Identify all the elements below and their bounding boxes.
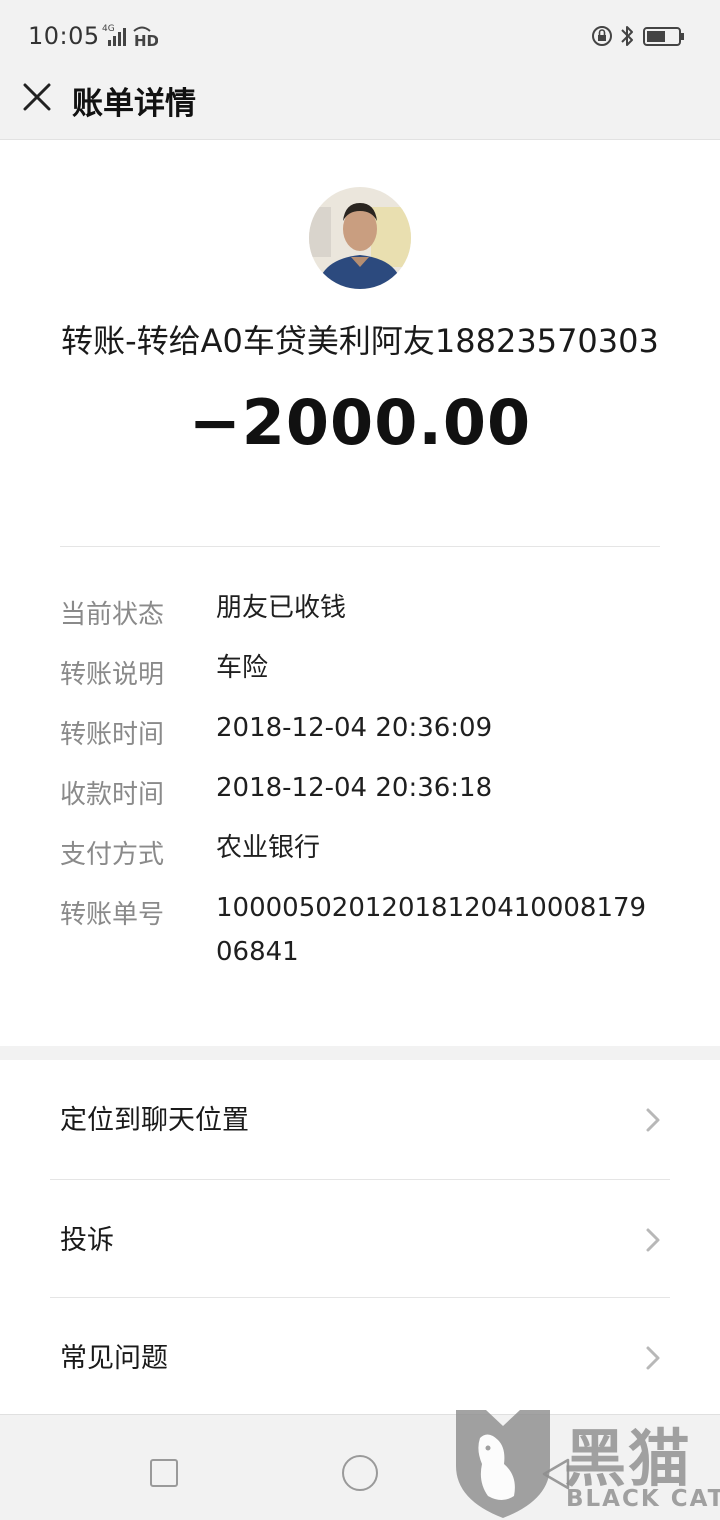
- complaint-button[interactable]: 投诉: [0, 1180, 720, 1298]
- avatar: [309, 187, 411, 289]
- detail-row-receive-time: 收款时间 2018-12-04 20:36:18: [60, 770, 660, 830]
- detail-value: 2018-12-04 20:36:18: [216, 773, 493, 803]
- detail-value: 车险: [216, 653, 269, 683]
- section-gap: [0, 1046, 720, 1060]
- detail-value: 2018-12-04 20:36:09: [216, 713, 493, 743]
- status-time: 10:05: [28, 22, 100, 50]
- black-cat-logo-icon: [456, 1410, 550, 1518]
- detail-row-status: 当前状态 朋友已收钱: [60, 590, 660, 650]
- chevron-right-icon: [646, 1228, 660, 1252]
- watermark-text-en: BLACK CAT: [566, 1486, 720, 1512]
- status-bar: 10:05 4G HD: [0, 0, 720, 60]
- faq-button[interactable]: 常见问题: [0, 1298, 720, 1416]
- status-right-icons: [592, 26, 684, 46]
- menu-label: 投诉: [60, 1225, 114, 1256]
- detail-label: 转账说明: [60, 660, 165, 690]
- divider: [60, 546, 660, 547]
- recents-square-icon[interactable]: [150, 1459, 178, 1487]
- chevron-right-icon: [646, 1108, 660, 1132]
- bluetooth-icon: [621, 26, 633, 46]
- detail-value: 朋友已收钱: [216, 593, 347, 623]
- close-icon: [23, 83, 51, 111]
- nav-bar: 账单详情: [0, 60, 720, 140]
- page-title: 账单详情: [72, 86, 196, 122]
- black-cat-watermark: 黑猫 BLACK CAT: [448, 1404, 720, 1520]
- detail-label: 转账单号: [60, 900, 165, 930]
- watermark-text-cn: 黑猫: [564, 1422, 693, 1495]
- avatar-image: [309, 187, 411, 289]
- chevron-right-icon: [646, 1346, 660, 1370]
- hd-label: HD: [134, 32, 158, 50]
- home-circle-icon[interactable]: [342, 1455, 378, 1491]
- network-label: 4G: [102, 24, 115, 34]
- detail-row-transfer-id: 转账单号 1000050201201812041000817906841: [60, 890, 660, 980]
- detail-row-note: 转账说明 车险: [60, 650, 660, 710]
- menu-label: 常见问题: [60, 1343, 168, 1374]
- payee-name: 转账-转给A0车贷美利阿友18823570303: [61, 322, 659, 360]
- detail-label: 转账时间: [60, 720, 165, 750]
- detail-label: 收款时间: [60, 780, 165, 810]
- detail-row-payment-method: 支付方式 农业银行: [60, 830, 660, 890]
- close-button[interactable]: [14, 74, 60, 120]
- locate-in-chat-button[interactable]: 定位到聊天位置: [0, 1060, 720, 1178]
- battery-icon: [643, 27, 684, 46]
- detail-label: 支付方式: [60, 840, 165, 870]
- transaction-details: 当前状态 朋友已收钱 转账说明 车险 转账时间 2018-12-04 20:36…: [60, 590, 660, 980]
- detail-row-transfer-time: 转账时间 2018-12-04 20:36:09: [60, 710, 660, 770]
- signal-icon: 4G HD: [102, 24, 158, 50]
- detail-value[interactable]: 1000050201201812041000817906841: [216, 886, 660, 974]
- menu-label: 定位到聊天位置: [60, 1105, 249, 1136]
- rotation-lock-icon: [592, 26, 612, 46]
- detail-label: 当前状态: [60, 600, 165, 630]
- detail-value: 农业银行: [216, 833, 321, 863]
- transfer-amount: −2000.00: [188, 386, 532, 459]
